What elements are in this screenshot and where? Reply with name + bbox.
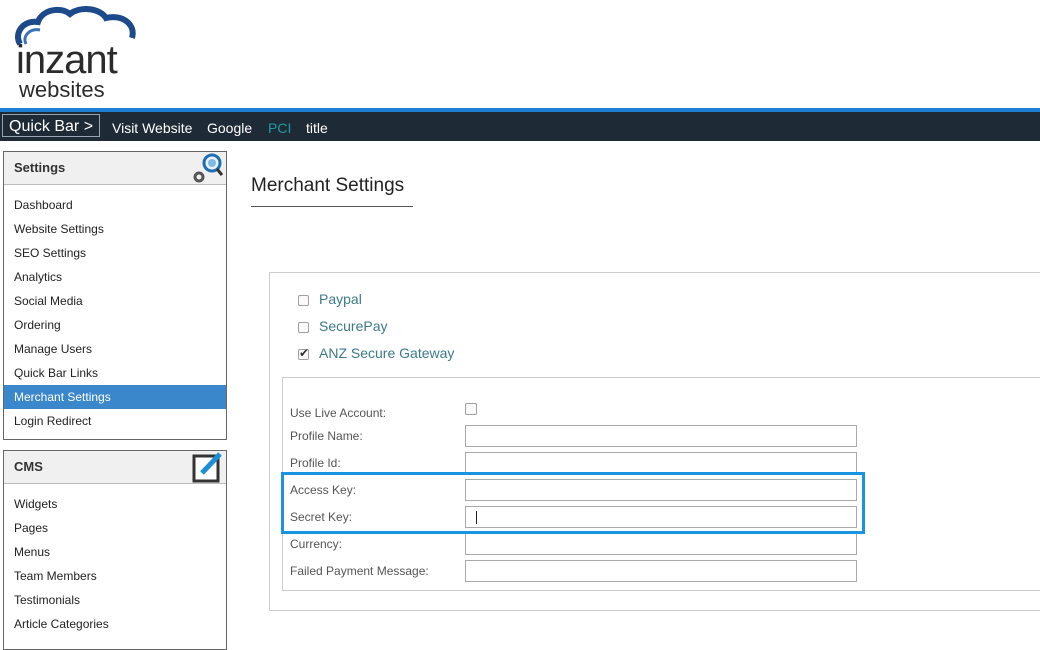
sidebar-item-article-categories[interactable]: Article Categories — [4, 612, 226, 636]
logo-subtext: websites — [19, 77, 105, 102]
sidebar-item-social-media[interactable]: Social Media — [4, 289, 226, 313]
profile-id-label: Profile Id: — [290, 456, 341, 470]
sidebar-item-quick-bar-links[interactable]: Quick Bar Links — [4, 361, 226, 385]
use-live-account-label: Use Live Account: — [290, 406, 387, 420]
use-live-account-checkbox[interactable] — [465, 403, 477, 415]
currency-label: Currency: — [290, 537, 343, 551]
sidebar-item-merchant-settings[interactable]: Merchant Settings — [4, 385, 226, 409]
anz-checkbox[interactable]: ✔ — [298, 346, 310, 360]
paypal-checkbox[interactable] — [298, 295, 309, 306]
sidebar-item-dashboard[interactable]: Dashboard — [4, 193, 226, 217]
checkmark-icon: ✔ — [299, 346, 310, 360]
gateway-label[interactable]: SecurePay — [319, 318, 387, 334]
header: inzant websites — [0, 0, 1040, 108]
edit-icon — [192, 452, 222, 483]
settings-panel-header: Settings — [4, 152, 226, 185]
cms-panel-title: CMS — [14, 459, 43, 474]
currency-field[interactable] — [465, 533, 857, 555]
sidebar-item-manage-users[interactable]: Manage Users — [4, 337, 226, 361]
sidebar-item-analytics[interactable]: Analytics — [4, 265, 226, 289]
failed-payment-message-label: Failed Payment Message: — [290, 564, 429, 578]
quick-bar-button[interactable]: Quick Bar > — [2, 114, 101, 137]
settings-panel-title: Settings — [14, 160, 66, 175]
quickbar-link-visit-website[interactable]: Visit Website — [112, 112, 192, 141]
failed-payment-message-field[interactable] — [465, 560, 857, 582]
page-title: Merchant Settings — [251, 175, 405, 196]
sidebar-item-testimonials[interactable]: Testimonials — [4, 588, 226, 612]
quickbar-link-pci[interactable]: PCI — [268, 112, 291, 141]
title-underline — [251, 206, 413, 207]
gears-search-icon — [193, 153, 224, 183]
gateway-label[interactable]: Paypal — [319, 291, 362, 307]
gateway-label[interactable]: ANZ Secure Gateway — [319, 345, 454, 361]
profile-name-field[interactable] — [465, 425, 857, 447]
quickbar-link-title[interactable]: title — [306, 112, 328, 141]
profile-name-label: Profile Name: — [290, 429, 363, 443]
sidebar-item-pages[interactable]: Pages — [4, 516, 226, 540]
sidebar-item-ordering[interactable]: Ordering — [4, 313, 226, 337]
profile-id-field[interactable] — [465, 452, 857, 474]
sidebar-item-login-redirect[interactable]: Login Redirect — [4, 409, 226, 433]
sidebar-item-website-settings[interactable]: Website Settings — [4, 217, 226, 241]
sidebar-item-team-members[interactable]: Team Members — [4, 564, 226, 588]
sidebar-item-menus[interactable]: Menus — [4, 540, 226, 564]
quickbar-link-google[interactable]: Google — [207, 112, 252, 141]
securepay-checkbox[interactable] — [298, 322, 309, 333]
access-secret-key-highlight — [281, 472, 865, 534]
sidebar-item-widgets[interactable]: Widgets — [4, 492, 226, 516]
cms-panel-header: CMS — [4, 451, 226, 484]
sidebar-item-seo-settings[interactable]: SEO Settings — [4, 241, 226, 265]
logo-text: inzant — [16, 38, 118, 82]
cms-panel: CMS Widgets Pages Menus Team Members Tes… — [3, 450, 227, 650]
settings-panel: Settings Dashboard Website Settings SEO … — [3, 151, 227, 440]
quick-bar: Quick Bar > Visit Website Google PCI tit… — [0, 112, 1040, 141]
